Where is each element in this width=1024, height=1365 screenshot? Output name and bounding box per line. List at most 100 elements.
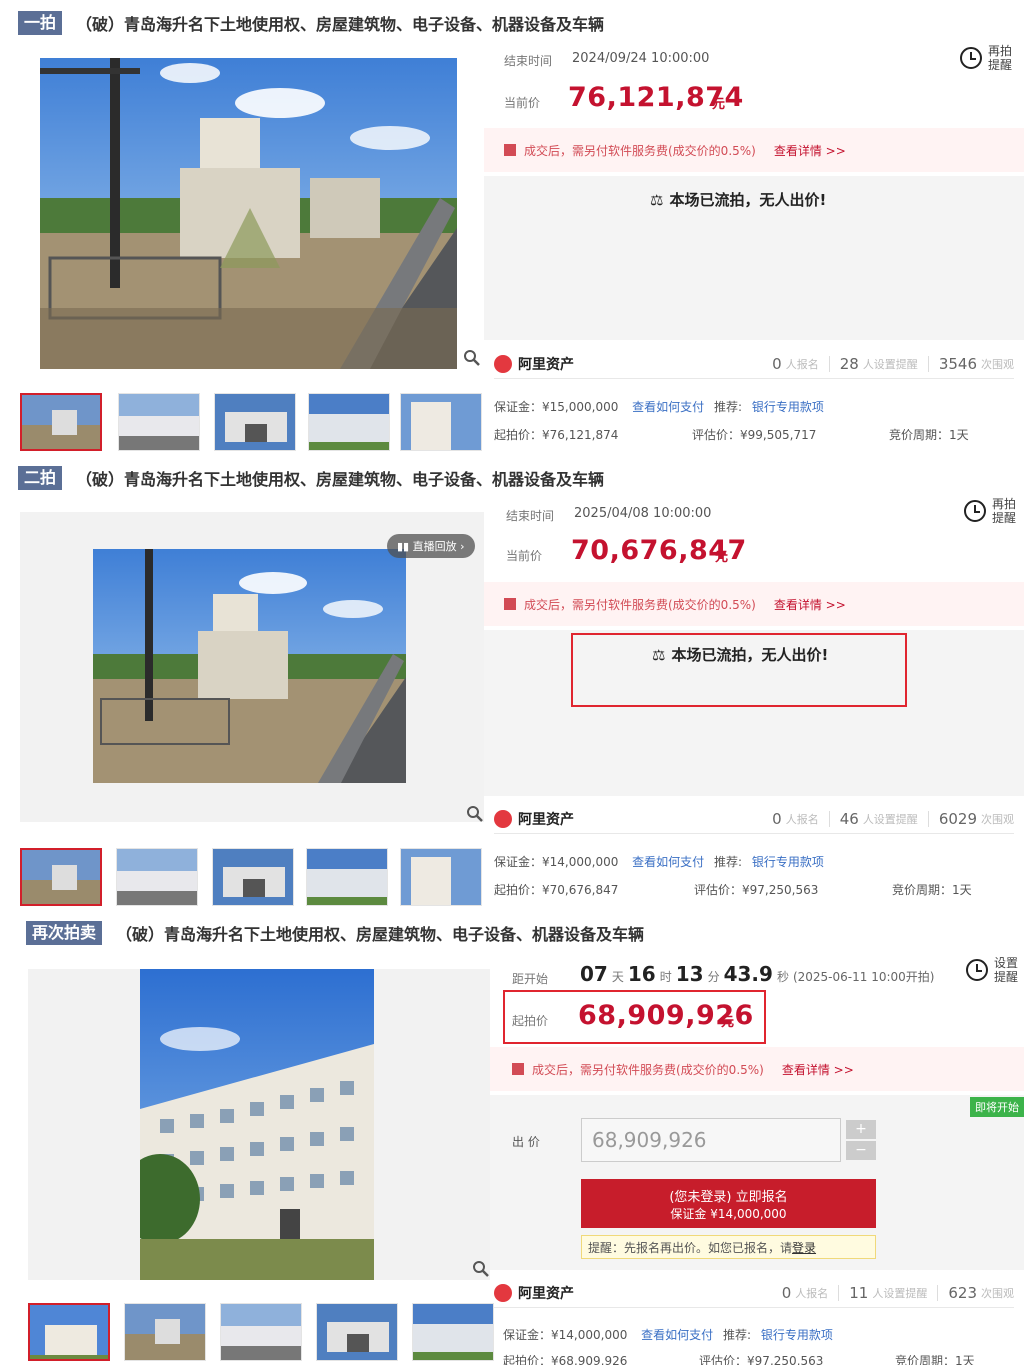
bank-loan-link[interactable]: 银行专用款项 [752,400,824,414]
minus-icon[interactable]: − [846,1141,876,1160]
alarm-clock-icon [965,959,988,981]
how-pay-link[interactable]: 查看如何支付 [632,400,704,414]
remind-button[interactable]: 再拍 提醒 [959,44,1012,72]
price-row: 当前价 70,676,847 元 [506,535,747,566]
ali-assets-logo: 阿里资产 [494,1283,574,1303]
flow-status: ⚖ 本场已流拍，无人出价! [650,190,827,210]
signup-button[interactable]: (您未登录) 立即报名 保证金 ¥14,000,000 [581,1179,876,1228]
remind-button[interactable]: 再拍 提醒 [963,497,1016,525]
end-time-row: 结束时间 2024/09/24 10:00:00 [504,51,710,68]
thumbnail-strip [20,848,482,906]
fee-detail-link[interactable]: 查看详情 >> [782,1061,854,1078]
price-row: 当前价 76,121,874 元 [504,82,744,113]
plus-icon[interactable]: + [846,1120,876,1139]
thumbnail-4[interactable] [308,393,390,451]
fee-detail-link[interactable]: 查看详情 >> [774,142,846,159]
fee-icon [504,144,516,156]
thumbnail-5[interactable] [400,393,482,451]
end-time-row: 结束时间 2025/04/08 10:00:00 [506,506,712,523]
ali-assets-logo: 阿里资产 [494,354,574,374]
end-time: 2025/04/08 10:00:00 [574,506,712,521]
fee-notice-bar: 成交后，需另付软件服务费(成交价的0.5%) 查看详情 >> [490,1047,1024,1091]
deposit-row: 保证金：¥14,000,000 查看如何支付 推荐: 银行专用款项 [503,1328,833,1342]
ali-logo-icon [494,809,512,828]
title-row: 再次拍卖 （破）青岛海升名下土地使用权、房屋建筑物、电子设备、机器设备及车辆 [26,920,1024,946]
zoom-icon[interactable] [463,349,481,367]
item-title[interactable]: （破）青岛海升名下土地使用权、房屋建筑物、电子设备、机器设备及车辆 [76,466,604,490]
assess-price: 评估价：¥99,505,717 [692,428,817,442]
highlight-frame [571,633,907,707]
main-photo[interactable] [40,58,457,369]
alarm-clock-icon [959,47,982,69]
thumbnail-3[interactable] [220,1303,302,1361]
fee-notice-bar: 成交后，需另付软件服务费(成交价的0.5%) 查看详情 >> [484,582,1024,626]
thumbnail-3[interactable] [214,393,296,451]
bid-cycle: 竞价周期：1天 [889,428,969,442]
assess-price: 评估价：¥97,250,563 [699,1354,824,1365]
thumbnail-1[interactable] [28,1303,110,1361]
upcoming-badge: 即将开始 [970,1097,1024,1117]
live-replay-button[interactable]: ▮▮ 直播回放 › [387,534,475,558]
auction-panel-first: 一拍 （破）青岛海升名下土地使用权、房屋建筑物、电子设备、机器设备及车辆 结束时… [0,0,1024,455]
main-photo[interactable] [93,549,406,783]
fee-detail-link[interactable]: 查看详情 >> [774,596,846,613]
alarm-clock-icon [963,500,986,522]
thumbnail-3[interactable] [212,848,294,906]
highlight-frame [503,990,766,1044]
view-count: 6029 [938,809,977,828]
login-link[interactable]: 登录 [792,1239,816,1256]
thumbnail-4[interactable] [316,1303,398,1361]
thumbnail-2[interactable] [116,848,198,906]
how-pay-link[interactable]: 查看如何支付 [632,855,704,869]
stats-bar: 阿里资产 0 人报名 28 人设置提醒 3546 次围观 [494,349,1014,379]
fee-icon [504,598,516,610]
stats-bar: 阿里资产 0 人报名 46 人设置提醒 6029 次围观 [494,804,1014,834]
main-photo[interactable] [140,969,374,1280]
round-tag: 二拍 [18,466,63,490]
assess-price: 评估价：¥97,250,563 [694,883,819,897]
bar-chart-icon: ▮▮ [397,540,413,553]
view-count: 3546 [938,354,977,373]
ali-assets-logo: 阿里资产 [494,809,574,829]
set-remind-button[interactable]: 设置 提醒 [965,956,1018,984]
thumbnail-4[interactable] [306,848,388,906]
view-count: 623 [948,1283,977,1302]
zoom-icon[interactable] [466,805,484,823]
thumbnail-strip [20,393,482,451]
title-row: 一拍 （破）青岛海升名下土地使用权、房屋建筑物、电子设备、机器设备及车辆 [18,10,1024,36]
deposit-row: 保证金：¥15,000,000 查看如何支付 推荐: 银行专用款项 [494,400,824,414]
remind-count: 46 [839,809,859,828]
gavel-icon: ⚖ [650,190,664,209]
thumbnail-1[interactable] [20,393,102,451]
countdown-row: 距开始 07 天 16 时 13 分 43.9 秒 (2025-06-11 10:00开拍) [512,962,935,986]
round-tag: 一拍 [18,11,63,35]
remind-count: 28 [839,354,859,373]
item-title[interactable]: （破）青岛海升名下土地使用权、房屋建筑物、电子设备、机器设备及车辆 [116,921,644,945]
bank-loan-link[interactable]: 银行专用款项 [752,855,824,869]
signup-count: 0 [772,354,782,373]
how-pay-link[interactable]: 查看如何支付 [641,1328,713,1342]
bank-loan-link[interactable]: 银行专用款项 [761,1328,833,1342]
signup-count: 0 [781,1283,792,1302]
start-price: 起拍价：¥68,909,926 [503,1354,628,1365]
countdown: 07 天 16 时 13 分 43.9 秒 (2025-06-11 10:00开拍) [580,962,935,986]
bid-cycle: 竞价周期：1天 [895,1354,975,1365]
zoom-icon[interactable] [472,1260,490,1278]
bid-stepper[interactable]: + − [846,1120,876,1162]
fee-notice-bar: 成交后，需另付软件服务费(成交价的0.5%) 查看详情 >> [484,128,1024,172]
status-box: ⚖ 本场已流拍，无人出价! [484,176,1024,340]
auction-panel-again: 再次拍卖 （破）青岛海升名下土地使用权、房屋建筑物、电子设备、机器设备及车辆 距… [0,912,1024,1365]
round-tag: 再次拍卖 [26,921,103,945]
thumbnail-2[interactable] [124,1303,206,1361]
title-row: 二拍 （破）青岛海升名下土地使用权、房屋建筑物、电子设备、机器设备及车辆 [18,465,1024,491]
start-price: 起拍价：¥70,676,847 [494,883,619,897]
bid-input[interactable]: 68,909,926 [581,1118,841,1162]
bid-box: 即将开始 出 价 68,909,926 + − (您未登录) 立即报名 保证金 … [490,1095,1024,1270]
stats-bar: 阿里资产 0 人报名 11 人设置提醒 623 次围观 [494,1278,1014,1308]
thumbnail-5[interactable] [412,1303,494,1361]
item-title[interactable]: （破）青岛海升名下土地使用权、房屋建筑物、电子设备、机器设备及车辆 [76,11,604,35]
login-tip: 提醒：先报名再出价。如您已报名，请 登录 [581,1235,876,1259]
thumbnail-5[interactable] [400,848,482,906]
thumbnail-1[interactable] [20,848,102,906]
thumbnail-2[interactable] [118,393,200,451]
